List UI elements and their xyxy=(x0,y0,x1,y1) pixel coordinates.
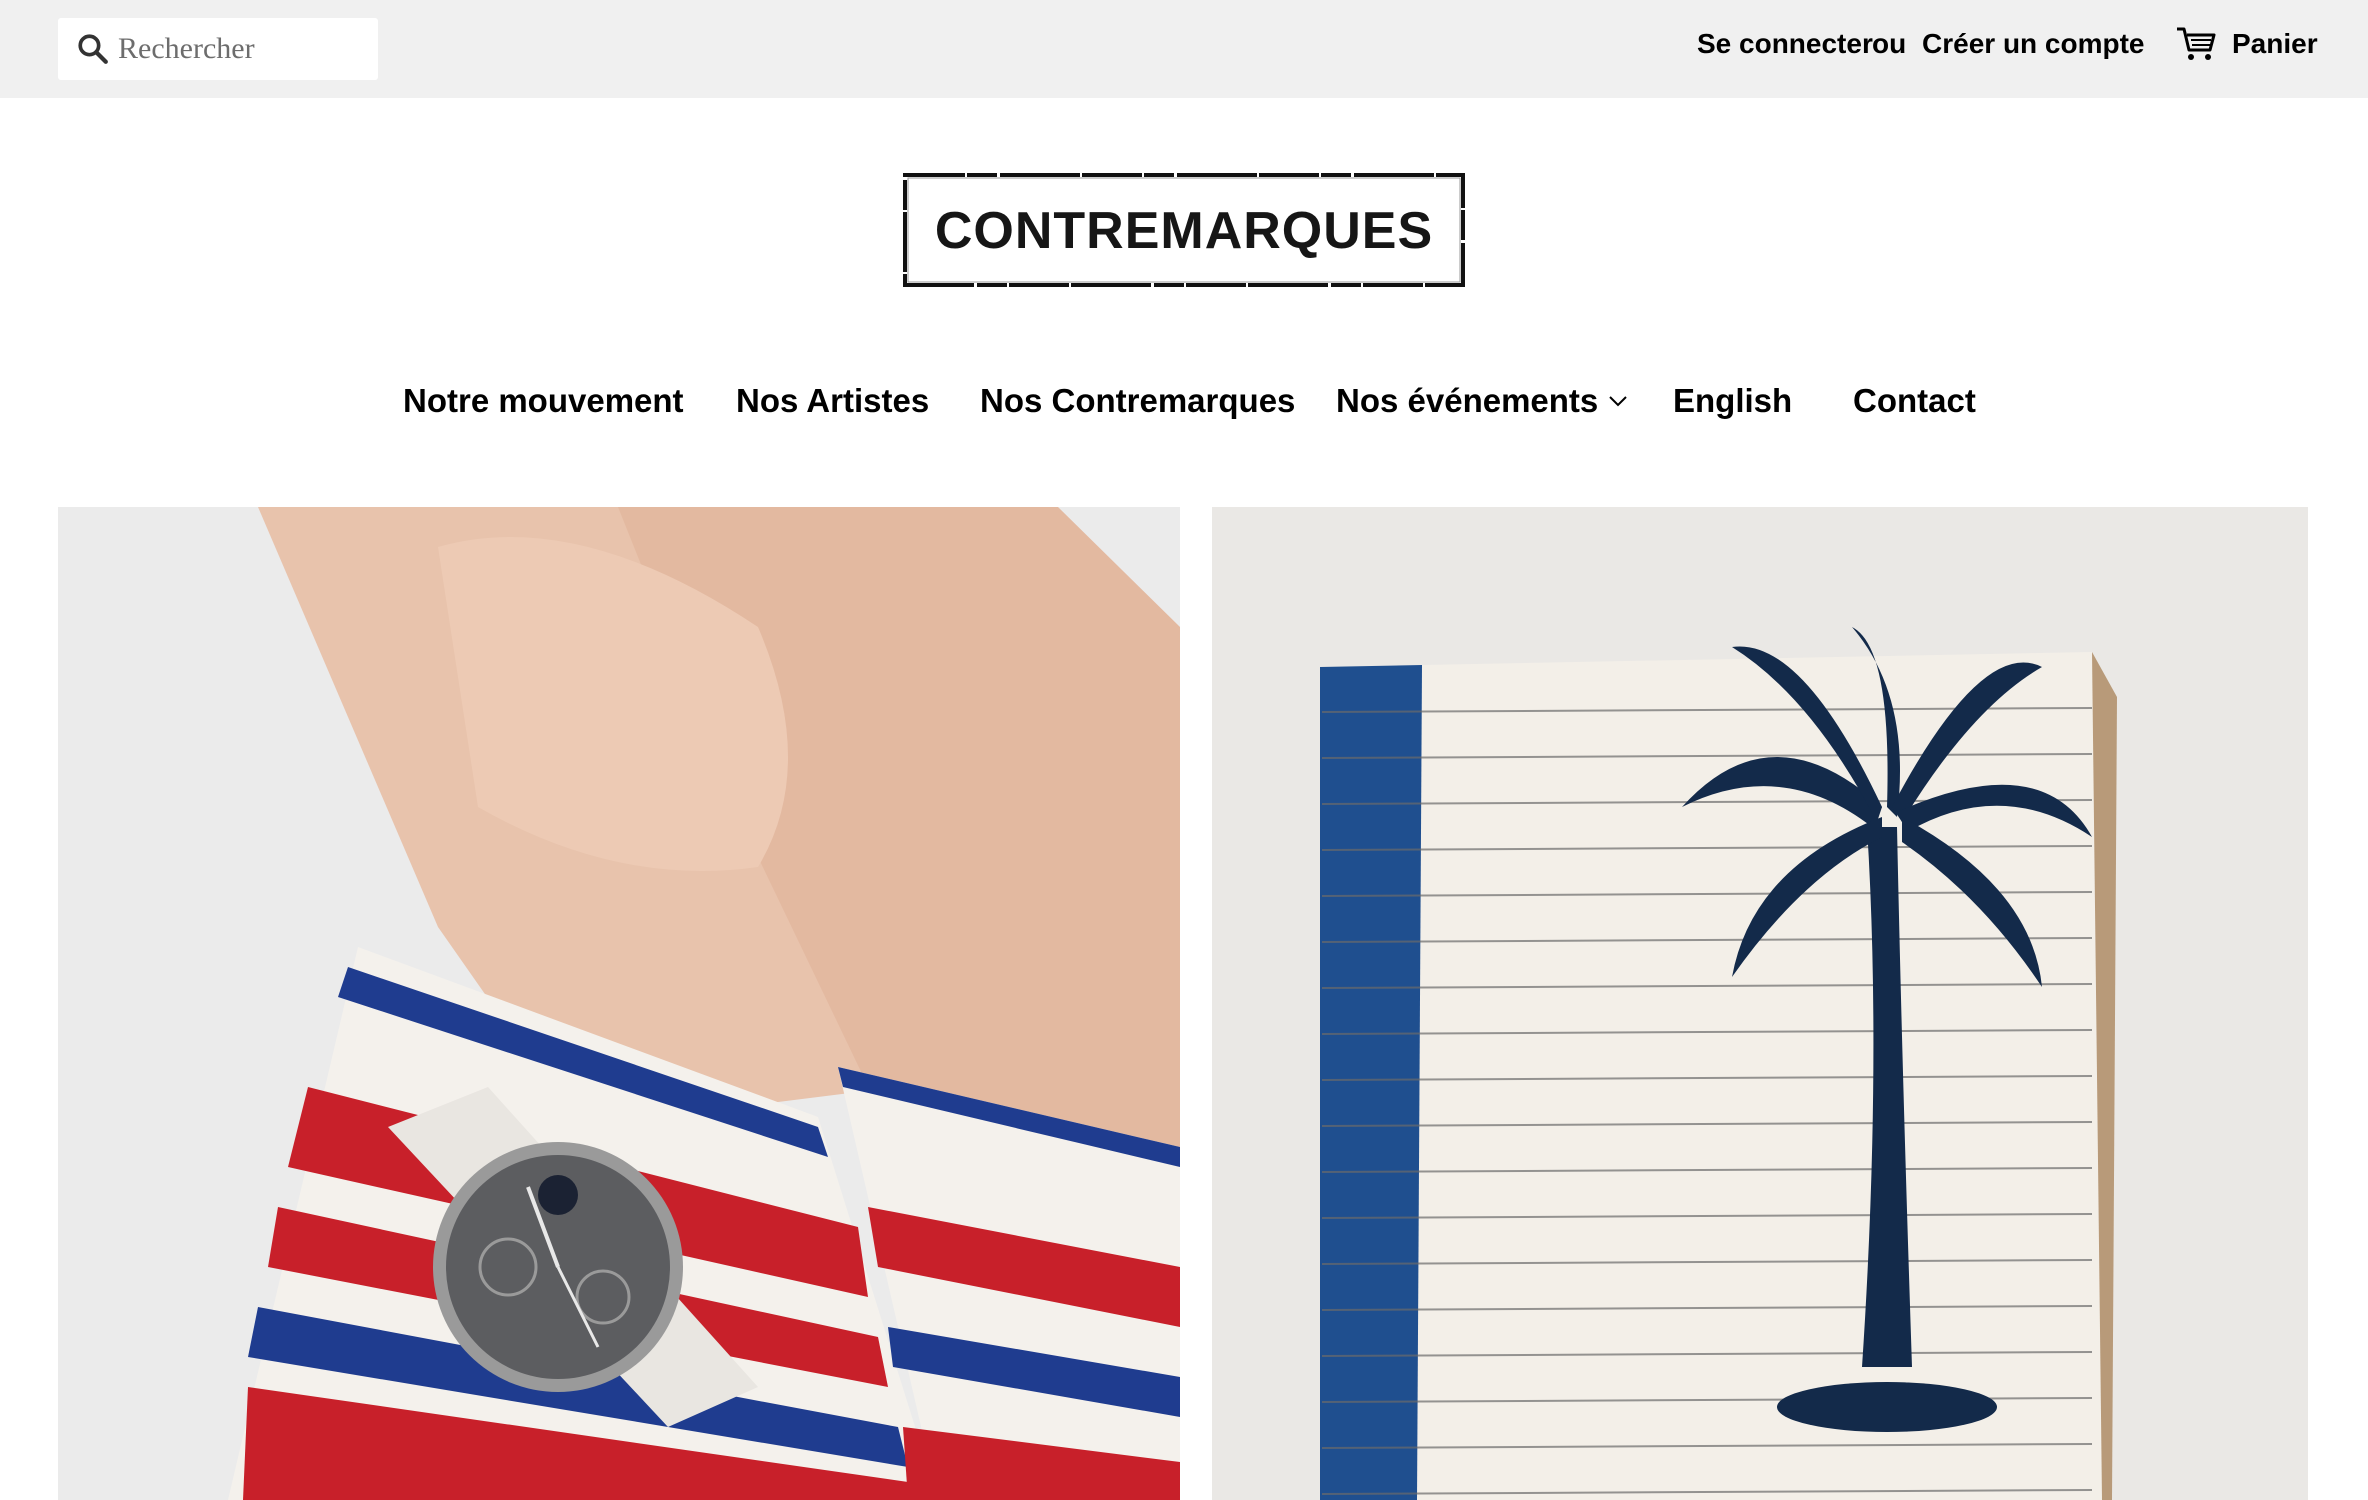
nav-nos-contremarques[interactable]: Nos Contremarques xyxy=(980,382,1295,420)
register-link[interactable]: Créer un compte xyxy=(1922,28,2145,60)
nav-nos-evenements[interactable]: Nos événements xyxy=(1336,382,1628,420)
main-nav: Notre mouvement Nos Artistes Nos Contrem… xyxy=(0,382,2368,432)
search-box[interactable] xyxy=(58,18,378,80)
hero-image-watch[interactable] xyxy=(58,507,1180,1500)
nav-notre-mouvement[interactable]: Notre mouvement xyxy=(403,382,684,420)
palm-artwork-photo xyxy=(1212,507,2308,1500)
cart-icon xyxy=(2177,27,2216,60)
top-bar: Se connecter ou Créer un compte Panier xyxy=(0,0,2368,98)
watch-photo xyxy=(58,507,1180,1500)
cart-link[interactable]: Panier xyxy=(2176,26,2318,62)
nav-nos-artistes[interactable]: Nos Artistes xyxy=(736,382,929,420)
svg-text:CONTREMARQUES: CONTREMARQUES xyxy=(935,202,1433,260)
hero-image-palm[interactable] xyxy=(1212,507,2308,1500)
chevron-down-icon xyxy=(1609,396,1627,407)
nav-contact[interactable]: Contact xyxy=(1853,382,1976,420)
nav-english[interactable]: English xyxy=(1673,382,1792,420)
search-icon[interactable] xyxy=(76,32,110,66)
login-link[interactable]: Se connecter xyxy=(1697,28,1873,60)
search-input[interactable] xyxy=(118,26,368,72)
site-logo[interactable]: CONTREMARQUES xyxy=(902,172,1466,288)
or-separator: ou xyxy=(1872,28,1907,59)
